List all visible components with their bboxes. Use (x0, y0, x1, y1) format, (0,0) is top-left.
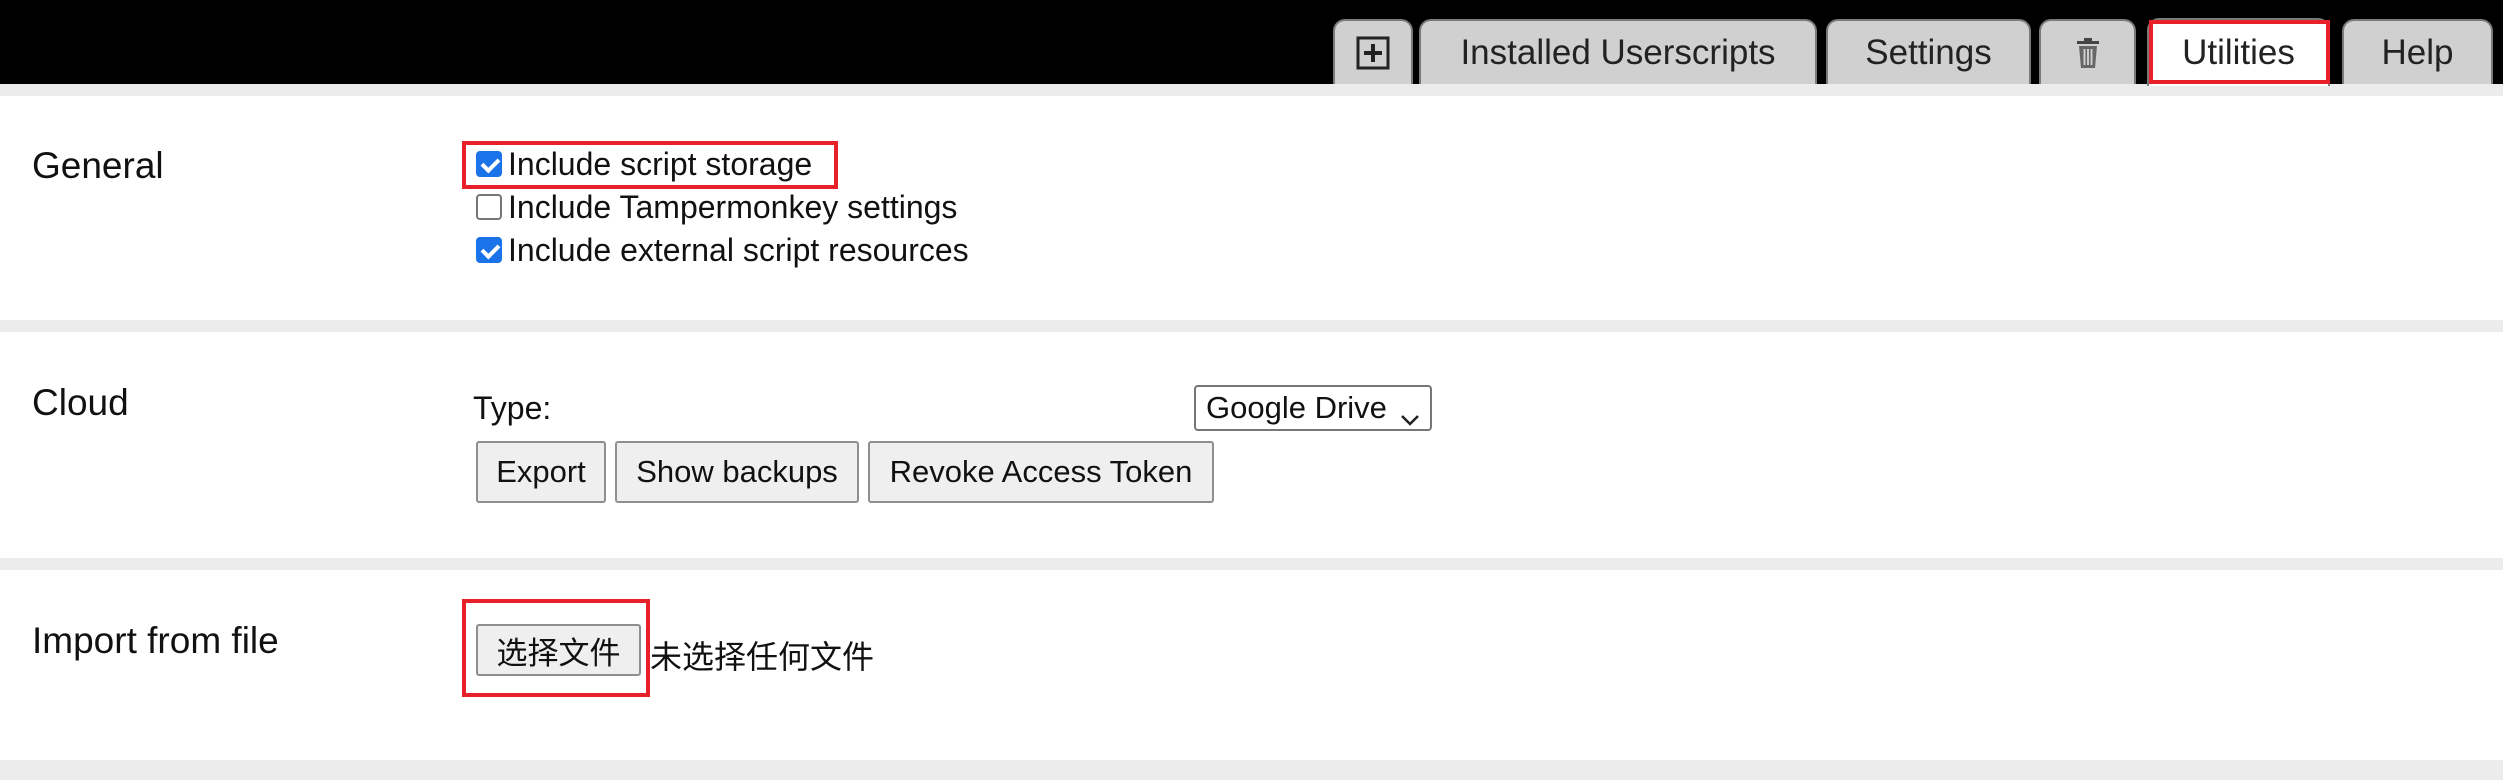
tab-settings[interactable]: Settings (1826, 19, 2031, 84)
plus-square-icon (1356, 36, 1390, 70)
option-label: Include Tampermonkey settings (508, 188, 958, 225)
revoke-access-token-button[interactable]: Revoke Access Token (868, 441, 1214, 503)
export-label: Export (496, 454, 586, 489)
cloud-type-value: Google Drive (1206, 390, 1387, 425)
checkbox-include-script-storage[interactable] (476, 151, 502, 177)
cloud-type-label: Type: (473, 390, 552, 426)
option-include-external-resources[interactable]: Include external script resources (476, 230, 969, 270)
tab-utilities-label: Utilities (2182, 33, 2295, 72)
option-label: Include external script resources (508, 231, 969, 268)
no-file-chosen-text: 未选择任何文件 (650, 638, 875, 676)
revoke-label: Revoke Access Token (889, 454, 1193, 489)
tab-help-label: Help (2381, 32, 2454, 72)
cloud-title: Cloud (32, 382, 129, 423)
checkbox-include-tampermonkey-settings[interactable] (476, 194, 502, 220)
tab-new-script[interactable] (1333, 19, 1413, 84)
general-section (0, 96, 2503, 320)
choose-file-button[interactable]: 选择文件 (476, 624, 641, 676)
top-bar: Installed Userscripts Settings Utilities… (0, 0, 2503, 86)
cloud-type-select[interactable]: Google Drive (1194, 385, 1432, 431)
tab-trash[interactable] (2039, 19, 2136, 84)
tab-help[interactable]: Help (2342, 19, 2493, 84)
chevron-down-icon (1400, 399, 1420, 435)
option-label: Include script storage (508, 145, 813, 182)
show-backups-label: Show backups (636, 454, 838, 489)
trash-icon (2076, 37, 2100, 69)
tab-settings-label: Settings (1865, 32, 1992, 72)
import-section (0, 570, 2503, 760)
general-title: General (32, 145, 164, 186)
export-button[interactable]: Export (476, 441, 606, 503)
tab-utilities[interactable]: Utilities (2147, 18, 2330, 86)
tab-installed-label: Installed Userscripts (1460, 32, 1776, 72)
cloud-section (0, 332, 2503, 558)
show-backups-button[interactable]: Show backups (615, 441, 859, 503)
choose-file-label: 选择文件 (496, 635, 621, 672)
tab-installed-userscripts[interactable]: Installed Userscripts (1419, 19, 1817, 84)
option-include-script-storage[interactable]: Include script storage (476, 144, 812, 184)
checkbox-include-external-resources[interactable] (476, 237, 502, 263)
option-include-tampermonkey-settings[interactable]: Include Tampermonkey settings (476, 187, 957, 227)
import-title: Import from file (32, 620, 279, 661)
